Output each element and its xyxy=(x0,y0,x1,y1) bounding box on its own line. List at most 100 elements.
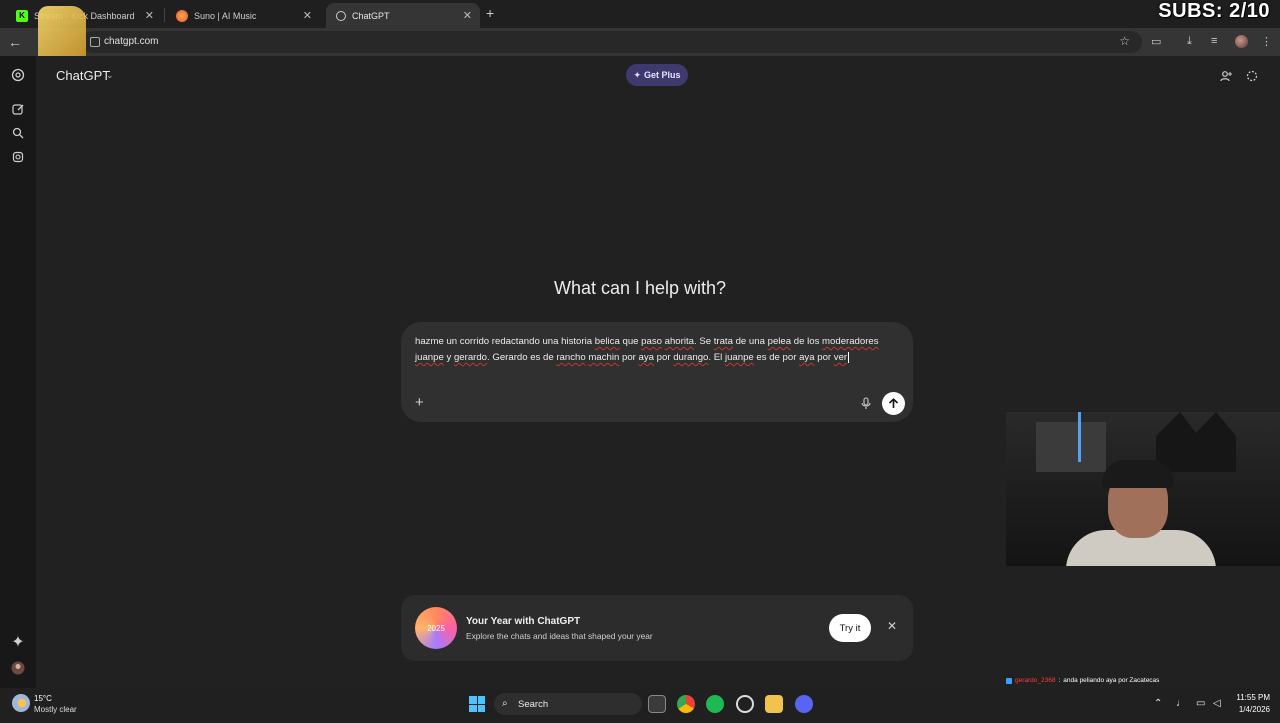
clock-date[interactable]: 1/4/2026 xyxy=(1230,705,1270,714)
close-tab-icon[interactable]: ✕ xyxy=(303,9,312,22)
obs-icon[interactable] xyxy=(736,695,754,713)
spotify-icon[interactable] xyxy=(706,695,724,713)
openai-logo-icon[interactable] xyxy=(10,67,26,83)
year-in-review-banner: 2025 Your Year with ChatGPT Explore the … xyxy=(401,595,913,661)
volume-icon[interactable]: ◁ xyxy=(1213,698,1221,709)
misspelled-word: aya xyxy=(799,352,815,363)
tab-suno[interactable]: Suno | AI Music ✕ xyxy=(166,3,320,28)
new-tab-button[interactable]: + xyxy=(486,5,494,21)
new-chat-icon[interactable] xyxy=(10,101,26,117)
close-tab-icon[interactable]: ✕ xyxy=(145,9,154,22)
address-bar[interactable]: chatgpt.com ☆ xyxy=(82,31,1142,53)
discord-icon[interactable] xyxy=(795,695,813,713)
led-strip xyxy=(1078,412,1081,462)
profile-avatar[interactable] xyxy=(1235,35,1248,48)
acoustic-foam xyxy=(1156,412,1236,472)
download-icon[interactable]: ⤓ xyxy=(1187,35,1192,48)
search-chats-icon[interactable] xyxy=(10,125,26,141)
weather-icon[interactable] xyxy=(12,694,30,712)
misspelled-word: machin xyxy=(588,352,620,363)
microphone-icon[interactable]: ♩ xyxy=(1176,698,1186,709)
prompt-text: de los xyxy=(791,336,823,347)
close-icon[interactable]: ✕ xyxy=(887,619,897,633)
misspelled-word: pelea xyxy=(767,336,792,347)
webcam-overlay xyxy=(1006,412,1280,566)
prompt-text: . Se xyxy=(693,336,714,347)
prompt-text: es de por xyxy=(753,352,800,363)
subs-goal-counter: SUBS: 2/10 xyxy=(1158,0,1270,22)
windows-taskbar: 15°C Mostly clear ⌕ Search ⌃ ♩ ▭ ◁ 11:55… xyxy=(0,688,1280,720)
misspelled-word: paso xyxy=(641,336,662,347)
misspelled-word: gerardo xyxy=(453,352,488,363)
weather-description[interactable]: Mostly clear xyxy=(34,705,77,714)
misspelled-word: moderadores xyxy=(822,336,879,347)
search-icon: ⌕ xyxy=(502,698,508,709)
chat-message: gerardo_2368: anda peliando aya por Zaca… xyxy=(1006,675,1280,687)
tab-label: Suno | AI Music xyxy=(194,10,257,21)
arrow-up-icon xyxy=(888,398,899,408)
prompt-text: de una xyxy=(732,336,768,347)
file-explorer-icon[interactable] xyxy=(765,695,783,713)
chevron-down-icon[interactable]: ⌄ xyxy=(106,70,114,81)
prompt-composer[interactable]: hazme un corrido redactando una historia… xyxy=(401,322,913,422)
bookmark-star-icon[interactable]: ☆ xyxy=(1119,34,1130,48)
chrome-icon[interactable] xyxy=(677,695,695,713)
badge-icon xyxy=(1006,678,1012,684)
send-button[interactable] xyxy=(882,392,905,415)
openai-icon xyxy=(336,10,346,21)
back-arrow-icon[interactable]: ← xyxy=(8,34,22,50)
library-icon[interactable] xyxy=(10,149,26,165)
misspelled-word: juanpe xyxy=(724,352,754,363)
monitor-icon[interactable]: ▭ xyxy=(1196,698,1205,709)
misspelled-word: ahorita xyxy=(664,336,694,347)
prompt-textarea[interactable]: hazme un corrido redactando una historia… xyxy=(415,334,905,366)
temporary-chat-icon[interactable] xyxy=(1246,69,1258,87)
microphone-icon[interactable] xyxy=(861,397,871,415)
attach-plus-button[interactable]: + xyxy=(415,394,424,411)
text-caret xyxy=(848,351,850,363)
user-avatar[interactable] xyxy=(10,660,26,676)
wall-panel xyxy=(1036,422,1106,472)
prompt-text: por xyxy=(814,352,834,363)
tab-chatgpt[interactable]: ChatGPT ✕ xyxy=(326,3,480,28)
kick-icon: K xyxy=(16,9,28,22)
banner-title: Your Year with ChatGPT xyxy=(466,616,581,627)
taskbar-search[interactable]: ⌕ Search xyxy=(494,693,642,715)
get-plus-button[interactable]: ✦ Get Plus xyxy=(626,64,688,86)
site-info-icon[interactable] xyxy=(90,37,100,47)
close-tab-icon[interactable]: ✕ xyxy=(463,9,472,22)
browser-toolbar: ← chatgpt.com ☆ ▭ ⤓ ≡ ⋮ xyxy=(0,28,1280,56)
banner-description: Explore the chats and ideas that shaped … xyxy=(466,631,653,641)
prompt-text: hazme un corrido redactando una historia xyxy=(415,336,595,347)
prompt-text: por xyxy=(653,352,674,363)
browser-tab-strip: K Stream - Kick Dashboard ✕ Suno | AI Mu… xyxy=(0,0,1280,28)
sparkle-icon[interactable]: ✦ xyxy=(10,634,26,651)
streamer-cap xyxy=(1102,460,1174,488)
tab-label: ChatGPT xyxy=(352,10,390,21)
url-text: chatgpt.com xyxy=(104,36,159,47)
prompt-text: y xyxy=(443,352,454,363)
task-view-icon[interactable] xyxy=(648,695,666,713)
prompt-text: . El xyxy=(708,352,725,363)
cast-icon[interactable]: ▭ xyxy=(1151,35,1161,48)
get-plus-label: Get Plus xyxy=(644,70,681,80)
sparkle-icon: ✦ xyxy=(633,69,642,80)
misspelled-word: ver xyxy=(833,352,848,363)
misspelled-word: belica xyxy=(594,336,620,347)
windows-start-icon[interactable] xyxy=(469,696,485,712)
chat-text: anda peliando aya por Zacatecas xyxy=(1063,677,1160,684)
share-user-icon[interactable] xyxy=(1220,69,1232,87)
suno-icon xyxy=(176,9,188,22)
model-selector[interactable]: ChatGPT xyxy=(56,68,110,83)
chevron-up-icon[interactable]: ⌃ xyxy=(1154,698,1162,709)
misspelled-word: rancho xyxy=(556,352,586,363)
page-title: What can I help with? xyxy=(553,278,727,298)
clock-time[interactable]: 11:55 PM xyxy=(1230,693,1270,702)
misspelled-word: juanpe xyxy=(415,352,444,363)
prompt-text: por xyxy=(619,352,639,363)
thumbs-up-sticker xyxy=(38,6,86,62)
try-it-button[interactable]: Try it xyxy=(829,614,871,642)
reading-list-icon[interactable]: ≡ xyxy=(1211,35,1217,47)
menu-kebab-icon[interactable]: ⋮ xyxy=(1261,35,1272,48)
weather-temperature[interactable]: 15°C xyxy=(34,694,52,703)
